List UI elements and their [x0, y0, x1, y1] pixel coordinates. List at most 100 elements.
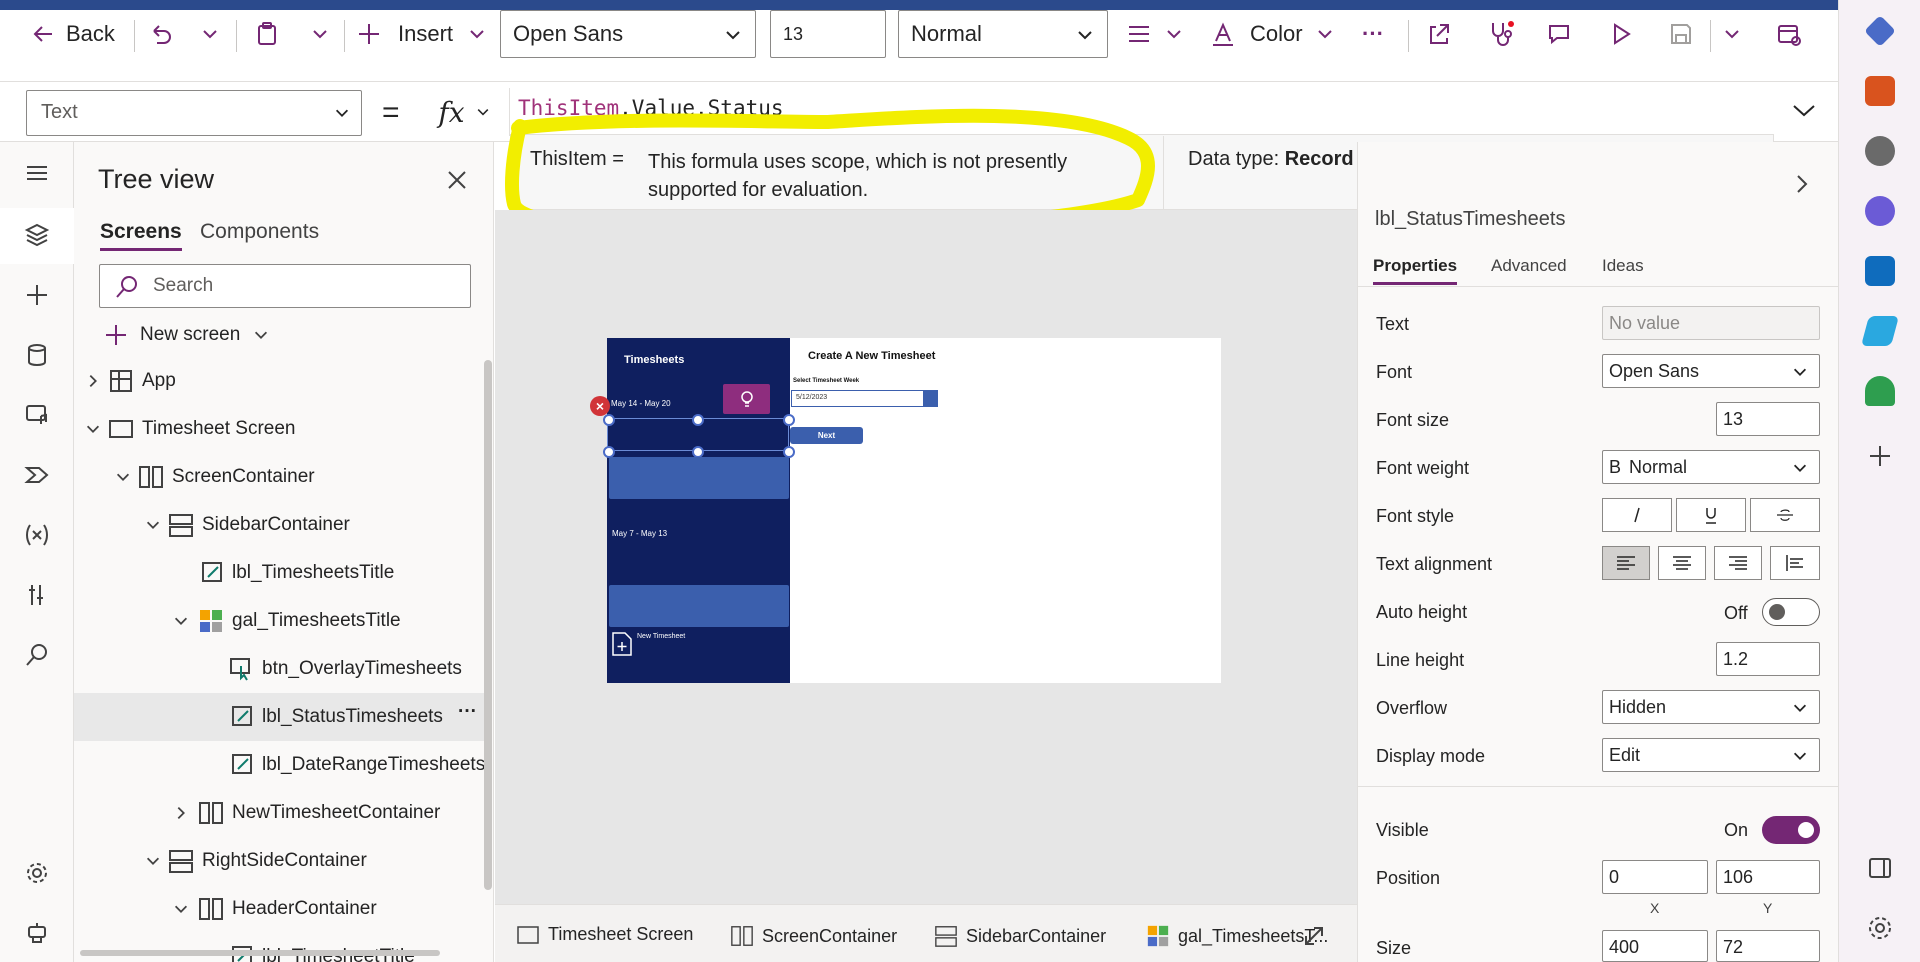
tree-item-lbl-statustimesheets[interactable]: lbl_StatusTimesheets ··· — [74, 693, 484, 741]
tree-item-rightsidecontainer[interactable]: RightSideContainer — [74, 837, 484, 885]
gear-icon[interactable] — [1866, 914, 1894, 942]
app-checker-button[interactable] — [1488, 14, 1516, 54]
menu-button[interactable] — [18, 154, 56, 192]
tree-item-lbl-timesheettitle[interactable]: lbl_TimesheetTitle — [74, 933, 484, 962]
search-rail-button[interactable] — [18, 636, 56, 674]
app-date-picker[interactable]: 5/12/2023 — [791, 390, 938, 407]
property-selector[interactable]: Text — [26, 90, 362, 136]
resize-handle[interactable] — [603, 414, 615, 426]
more-commands-button[interactable]: ··· — [1362, 14, 1384, 54]
underline-button[interactable] — [1676, 498, 1746, 532]
chevron-right-icon[interactable] — [1790, 172, 1814, 196]
position-x-field[interactable]: 0 — [1602, 860, 1708, 894]
variables-button[interactable] — [18, 516, 56, 554]
back-button[interactable]: Back — [30, 14, 115, 54]
new-screen-button[interactable]: New screen — [104, 320, 270, 350]
font-size-input[interactable]: 13 — [770, 10, 886, 58]
display-mode-select[interactable]: Edit — [1602, 738, 1820, 772]
comments-button[interactable] — [1546, 14, 1572, 54]
tab-screens[interactable]: Screens — [100, 220, 182, 251]
breadcrumb-item[interactable]: Timesheet Screen — [516, 924, 693, 945]
text-input[interactable]: No value — [1602, 306, 1820, 340]
media-button[interactable] — [18, 396, 56, 434]
add-app-icon[interactable] — [1866, 442, 1894, 470]
line-height-field[interactable]: 1.2 — [1716, 642, 1820, 676]
item-more-options[interactable]: ··· — [458, 701, 477, 723]
overflow-select[interactable]: Hidden — [1602, 690, 1820, 724]
power-automate-button[interactable] — [18, 456, 56, 494]
tree-item-sidebarcontainer[interactable]: SidebarContainer — [74, 501, 484, 549]
breadcrumb-item[interactable]: SidebarContainer — [934, 924, 1106, 948]
italic-button[interactable] — [1602, 498, 1672, 532]
people-app-icon[interactable] — [1865, 136, 1895, 166]
tools-icon — [29, 585, 43, 605]
settings-rail-button[interactable] — [18, 854, 56, 892]
close-tree-button[interactable] — [445, 168, 469, 192]
resize-handle[interactable] — [783, 414, 795, 426]
sidepanel-icon[interactable] — [1866, 854, 1894, 882]
save-dropdown[interactable] — [1722, 14, 1742, 54]
undo-button[interactable] — [148, 14, 174, 54]
app-next-button[interactable]: Next — [790, 427, 863, 444]
error-icon[interactable]: × — [590, 396, 610, 416]
resize-handle[interactable] — [692, 414, 704, 426]
font-select[interactable]: Open Sans — [1602, 354, 1820, 388]
tab-ideas[interactable]: Ideas — [1602, 256, 1644, 276]
tree-app-icon[interactable] — [1865, 376, 1895, 406]
tree-item-lbl-timesheetstitle[interactable]: lbl_TimesheetsTitle — [74, 549, 484, 597]
align-center-button[interactable] — [1658, 546, 1706, 580]
font-weight-dropdown[interactable]: Normal — [898, 10, 1108, 58]
toolbox-app-icon[interactable] — [1865, 76, 1895, 106]
copilot-app-icon[interactable] — [1865, 196, 1895, 226]
publish-button[interactable] — [1776, 14, 1802, 54]
tree-scrollbar[interactable] — [484, 360, 492, 890]
calendar-icon[interactable] — [923, 391, 937, 406]
font-weight-select[interactable]: B Normal — [1602, 450, 1820, 484]
insert-button[interactable]: Insert — [356, 14, 487, 54]
visible-toggle[interactable] — [1762, 816, 1820, 844]
tab-advanced[interactable]: Advanced — [1491, 256, 1567, 276]
tree-item-lbl-daterangetimesheets[interactable]: lbl_DateRangeTimesheets — [74, 741, 485, 789]
tree-item-timesheet-screen[interactable]: Timesheet Screen — [74, 405, 484, 453]
tree-item-screencontainer[interactable]: ScreenContainer — [74, 453, 484, 501]
tree-view-button[interactable] — [18, 216, 56, 254]
tree-item-app[interactable]: App — [74, 357, 484, 405]
justify-button[interactable] — [1770, 546, 1820, 580]
share-button[interactable] — [1426, 14, 1452, 54]
align-button[interactable] — [1126, 14, 1184, 54]
outlook-app-icon[interactable] — [1865, 256, 1895, 286]
expand-formula-button[interactable] — [1790, 98, 1818, 122]
tree-item-headercontainer[interactable]: HeaderContainer — [74, 885, 484, 933]
tab-properties[interactable]: Properties — [1373, 256, 1458, 285]
tree-item-gal-timesheetstitle[interactable]: gal_TimesheetsTitle — [74, 597, 484, 645]
data-button[interactable] — [18, 336, 56, 374]
chevron-down-icon — [1793, 368, 1807, 376]
position-y-field[interactable]: 106 — [1716, 860, 1820, 894]
undo-dropdown[interactable] — [200, 14, 220, 54]
tab-components[interactable]: Components — [200, 220, 319, 244]
size-width-field[interactable]: 400 — [1602, 930, 1708, 962]
font-dropdown[interactable]: Open Sans — [500, 10, 756, 58]
paste-button[interactable] — [254, 14, 280, 54]
app-idea-button[interactable] — [723, 384, 770, 414]
save-button[interactable] — [1668, 14, 1694, 54]
insert-rail-button[interactable] — [18, 276, 56, 314]
color-button[interactable]: Color — [1210, 14, 1335, 54]
tree-item-btn-overlaytimesheets[interactable]: btn_OverlayTimesheets — [74, 645, 484, 693]
tree-horizontal-scrollbar[interactable] — [80, 950, 440, 956]
virtual-agent-button[interactable] — [18, 914, 56, 952]
fx-button[interactable]: fx — [420, 88, 510, 136]
size-height-field[interactable]: 72 — [1716, 930, 1820, 962]
align-left-button[interactable] — [1602, 546, 1650, 580]
paste-dropdown[interactable] — [310, 14, 330, 54]
expand-diagonal-icon[interactable] — [1302, 924, 1326, 948]
auto-height-toggle[interactable] — [1762, 598, 1820, 626]
strikethrough-icon — [1777, 509, 1793, 521]
tools-button[interactable] — [18, 576, 56, 614]
strikethrough-button[interactable] — [1750, 498, 1820, 532]
breadcrumb-item[interactable]: ScreenContainer — [730, 924, 897, 948]
preview-button[interactable] — [1608, 14, 1634, 54]
tree-item-newtimesheetcontainer[interactable]: NewTimesheetContainer — [74, 789, 484, 837]
font-size-field[interactable]: 13 — [1716, 402, 1820, 436]
align-right-button[interactable] — [1714, 546, 1762, 580]
